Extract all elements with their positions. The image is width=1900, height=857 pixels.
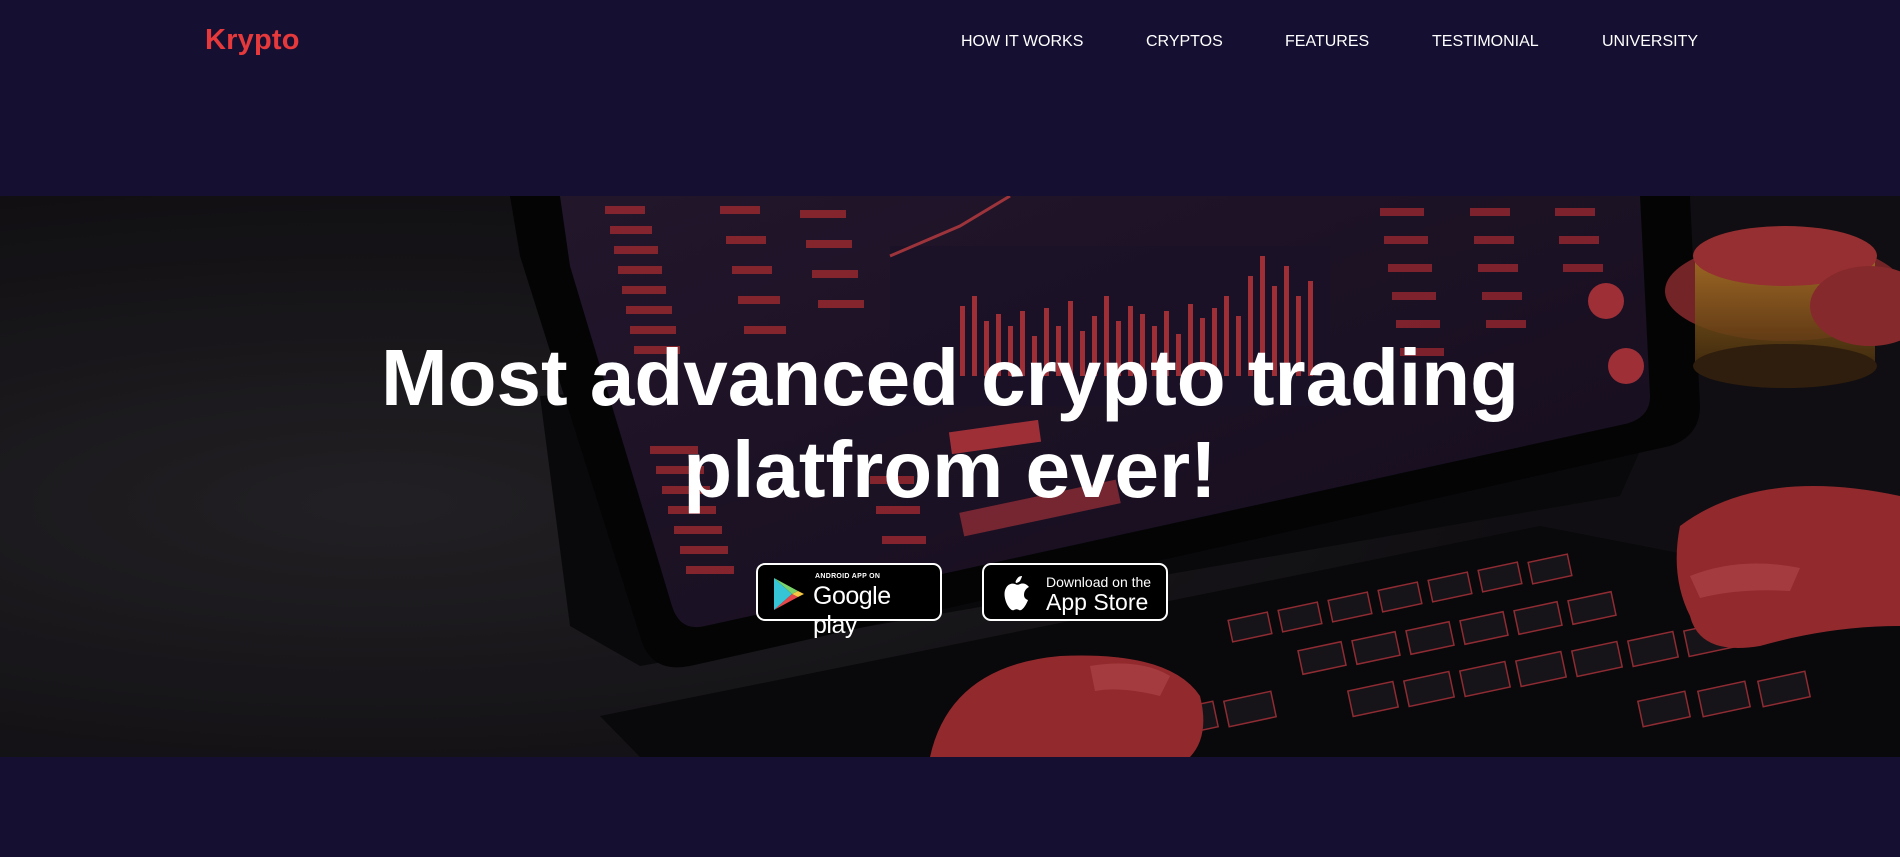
google-play-big-label: Google play bbox=[813, 582, 891, 639]
google-play-icon bbox=[774, 578, 804, 610]
hero-title: Most advanced crypto trading platfrom ev… bbox=[0, 332, 1900, 516]
app-store-small-label: Download on the bbox=[1046, 574, 1152, 590]
hero-section: Most advanced crypto trading platfrom ev… bbox=[0, 196, 1900, 757]
hero-title-line-1: Most advanced crypto trading bbox=[381, 333, 1519, 422]
nav-item-testimonial[interactable]: TESTIMONIAL bbox=[1432, 33, 1539, 51]
nav-item-how-it-works[interactable]: HOW IT WORKS bbox=[961, 33, 1083, 51]
bottom-section bbox=[0, 757, 1900, 857]
nav-menu: HOW IT WORKS CRYPTOS FEATURES TESTIMONIA… bbox=[0, 33, 1900, 53]
nav-item-features[interactable]: FEATURES bbox=[1285, 33, 1369, 51]
app-store-big-label: App Store bbox=[1046, 589, 1149, 615]
apple-icon bbox=[1004, 576, 1029, 611]
hero-title-line-2: platfrom ever! bbox=[683, 425, 1217, 514]
nav-item-cryptos[interactable]: CRYPTOS bbox=[1146, 33, 1223, 51]
nav-item-university[interactable]: UNIVERSITY bbox=[1602, 33, 1698, 51]
google-play-small-label: ANDROID APP ON bbox=[815, 573, 881, 580]
google-play-button[interactable]: ANDROID APP ON Google play bbox=[756, 563, 942, 639]
app-store-button[interactable]: Download on the App Store bbox=[982, 563, 1168, 621]
navbar: Krypto HOW IT WORKS CRYPTOS FEATURES TES… bbox=[0, 0, 1900, 196]
